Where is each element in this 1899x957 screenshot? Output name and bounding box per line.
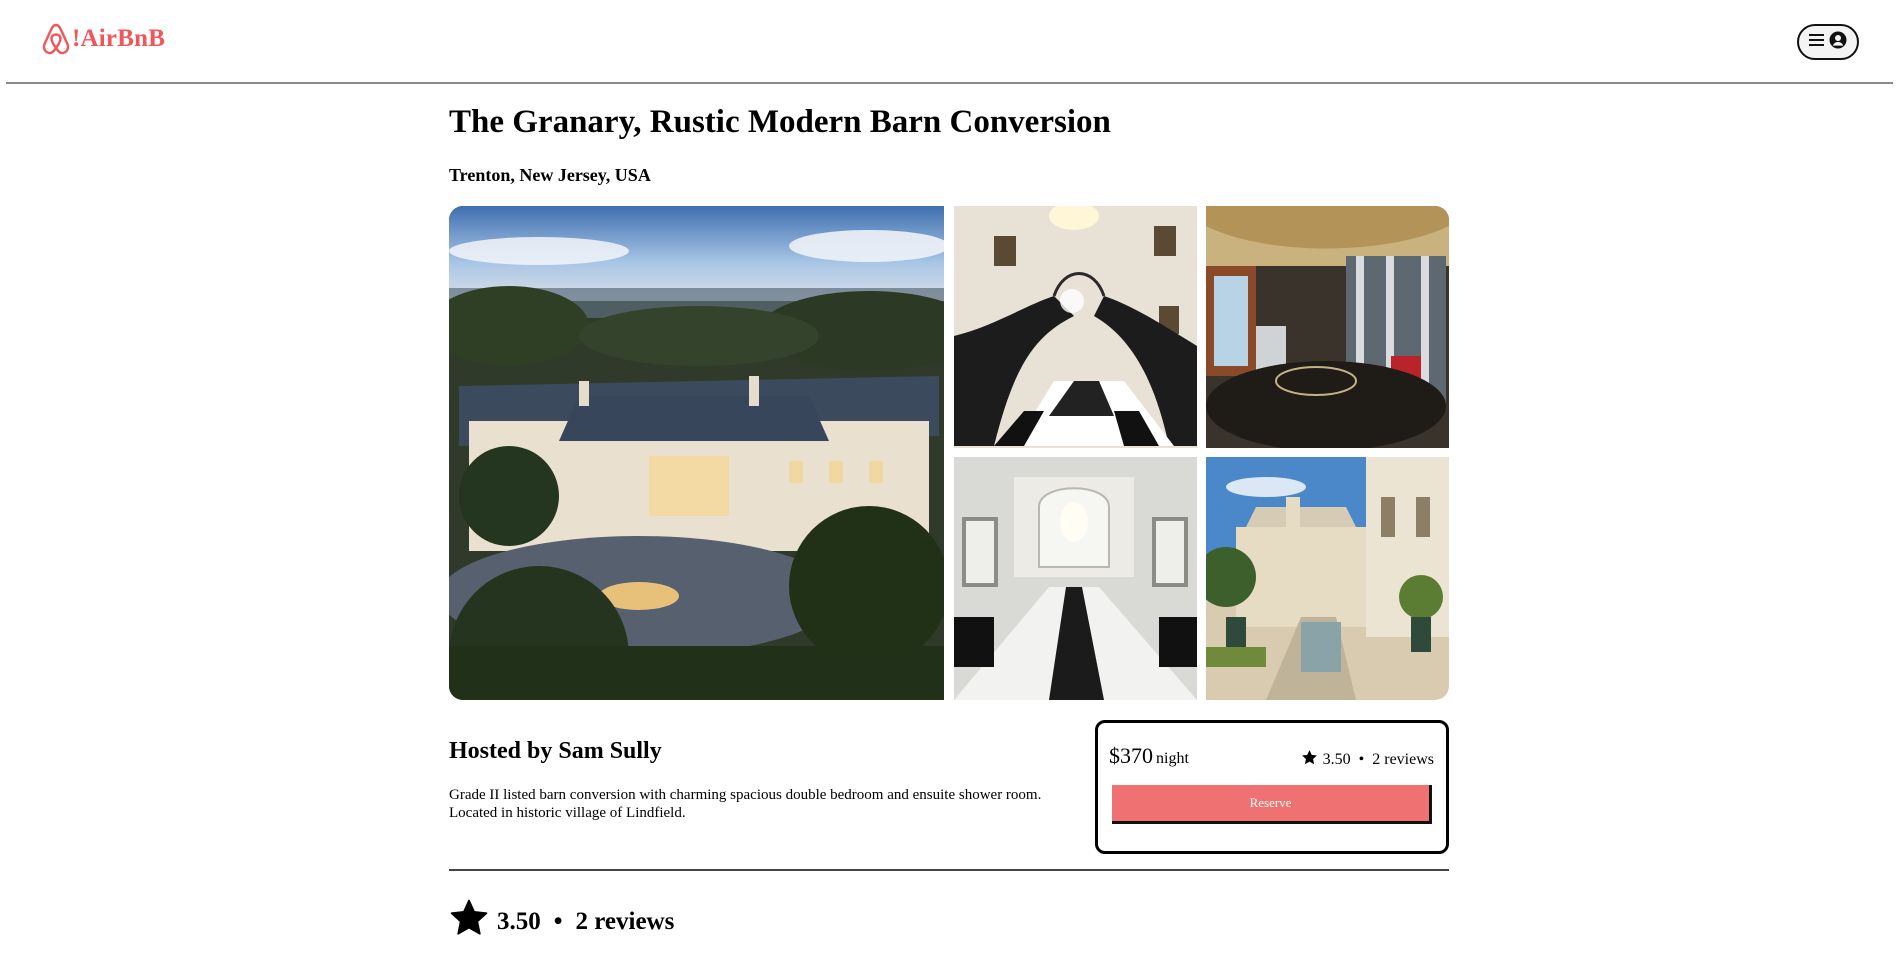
- rating-separator: •: [1358, 751, 1365, 768]
- reviews-summary: 3.50 • 2 reviews: [449, 898, 674, 945]
- brand-name: !AirBnB: [72, 25, 166, 52]
- airbnb-belo-icon: [42, 22, 70, 56]
- top-navbar: !AirBnB: [6, 0, 1893, 84]
- user-circle-icon: [1829, 31, 1847, 54]
- price-amount: $370: [1109, 743, 1153, 768]
- price-per-night: $370 night: [1109, 743, 1189, 769]
- booking-rating-summary[interactable]: 3.50 • 2 reviews: [1301, 749, 1434, 771]
- grand-staircase-foyer-photo[interactable]: [954, 206, 1197, 448]
- photo-gallery: [449, 206, 1449, 700]
- booking-rating-value: 3.50: [1322, 751, 1351, 768]
- listing-description: Grade II listed barn conversion with cha…: [449, 787, 1042, 821]
- reviews-rating-value: 3.50: [497, 907, 541, 935]
- mansion-exterior-aerial-photo[interactable]: [449, 206, 944, 700]
- home-gym-photo[interactable]: [1206, 206, 1449, 448]
- brand-logo[interactable]: !AirBnB: [42, 22, 165, 56]
- star-icon: [1301, 749, 1318, 771]
- price-unit: night: [1156, 750, 1189, 767]
- listing-title: The Granary, Rustic Modern Barn Conversi…: [449, 104, 1111, 140]
- star-icon: [449, 898, 489, 945]
- hamburger-icon: [1809, 33, 1825, 52]
- section-divider: [449, 869, 1449, 871]
- listing-location: Trenton, New Jersey, USA: [449, 165, 651, 185]
- booking-card: $370 night 3.50 • 2 reviews Reserve: [1095, 720, 1449, 854]
- host-heading: Hosted by Sam Sully: [449, 738, 662, 764]
- marble-hallway-photo[interactable]: [954, 457, 1197, 700]
- user-menu-button[interactable]: [1797, 24, 1859, 60]
- rating-separator: •: [553, 907, 563, 935]
- reserve-button[interactable]: Reserve: [1112, 785, 1432, 824]
- reviews-count: 2 reviews: [575, 907, 675, 935]
- booking-review-count: 2 reviews: [1372, 751, 1434, 768]
- courtyard-garden-photo[interactable]: [1206, 457, 1449, 700]
